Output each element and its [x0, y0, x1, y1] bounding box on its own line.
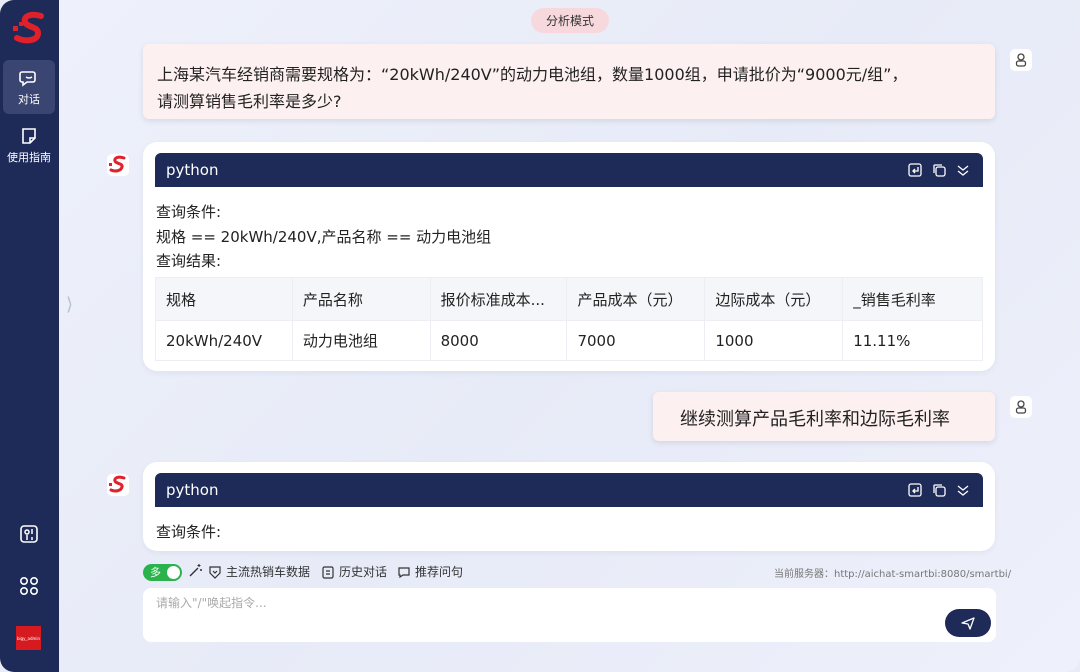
bot-avatar-icon [107, 154, 129, 176]
send-button[interactable] [945, 609, 991, 637]
magic-wand-icon[interactable] [188, 563, 203, 578]
recommended-questions-button[interactable]: 推荐问句 [397, 563, 463, 580]
table-cell: 20kWh/240V [155, 320, 293, 361]
query-condition-label: 查询条件: [156, 523, 222, 541]
table-row: 20kWh/240V 动力电池组 8000 7000 1000 11.11% [155, 320, 983, 361]
sidebar: 对话 使用指南 bigy_admin [0, 0, 59, 672]
history-button[interactable]: 历史对话 [321, 563, 387, 580]
bot-message: python 查询条件: [143, 462, 995, 551]
user-message-text: 继续测算产品毛利率和边际毛利率 [680, 409, 950, 430]
user-message: 继续测算产品毛利率和边际毛利率 [653, 392, 995, 441]
code-language-label: python [166, 481, 219, 499]
query-condition-label: 查询条件: [156, 203, 222, 221]
hot-car-data-button[interactable]: 主流热销车数据 [208, 563, 310, 580]
sidebar-item-label: 对话 [18, 92, 40, 106]
chat-input-box [143, 588, 996, 642]
toolbox-icon[interactable] [18, 523, 40, 545]
copy-icon[interactable] [931, 162, 947, 178]
column-header[interactable]: 产品成本（元） [566, 277, 706, 321]
table-cell: 1000 [704, 320, 844, 361]
message-icon [398, 566, 410, 578]
sidebar-item-guide[interactable]: 使用指南 [3, 118, 55, 172]
chevron-down-icon[interactable] [955, 162, 971, 178]
query-condition-value: 规格 == 20kWh/240V,产品名称 == 动力电池组 [156, 228, 492, 246]
chat-icon [19, 70, 36, 87]
table-cell: 8000 [429, 320, 568, 361]
insert-icon[interactable] [907, 162, 923, 178]
server-address: 当前服务器：http://aichat-smartbi:8080/smartbi… [774, 569, 1012, 580]
copy-icon[interactable] [931, 482, 947, 498]
column-header[interactable]: 报价标准成本... [429, 277, 568, 321]
apps-grid-icon[interactable] [18, 575, 40, 597]
table-cell: 动力电池组 [291, 320, 431, 361]
user-avatar-badge[interactable]: bigy_admin [16, 626, 41, 650]
user-message-text: 上海某汽车经销商需要规格为：“20kWh/240V”的动力电池组，数量1000组… [157, 65, 908, 84]
table-cell: 7000 [566, 320, 706, 361]
send-icon [961, 617, 975, 630]
clipboard-icon [322, 565, 334, 579]
insert-icon[interactable] [907, 482, 923, 498]
column-header[interactable]: _销售毛利率 [842, 277, 983, 321]
query-result-label: 查询结果: [156, 252, 222, 270]
expand-sidebar-chevron-icon[interactable]: ⟩ [66, 294, 73, 315]
code-language-label: python [166, 161, 219, 179]
bot-message: python 查询条件: 规格 == 20kWh/240V,产品名称 == 动力… [143, 142, 995, 371]
user-message-text: 请测算销售毛利率是多少? [157, 92, 342, 111]
chat-input[interactable] [156, 596, 916, 610]
result-table: 规格 产品名称 报价标准成本... 产品成本（元） 边际成本（元） _销售毛利率… [155, 277, 983, 361]
code-block-header: python [155, 153, 983, 187]
toggle-knob [167, 566, 180, 579]
user-avatar-icon [1010, 49, 1032, 71]
sidebar-item-label: 使用指南 [7, 150, 51, 164]
sidebar-item-chat[interactable]: 对话 [3, 60, 55, 114]
guide-icon [22, 127, 36, 144]
column-header[interactable]: 边际成本（元） [704, 277, 844, 321]
code-block-header: python [155, 473, 983, 507]
smartbi-logo[interactable] [11, 10, 49, 48]
mode-pill[interactable]: 分析模式 [531, 8, 609, 33]
shield-icon [209, 565, 221, 579]
user-message: 上海某汽车经销商需要规格为：“20kWh/240V”的动力电池组，数量1000组… [143, 44, 995, 119]
column-header[interactable]: 产品名称 [291, 277, 431, 321]
column-header[interactable]: 规格 [155, 277, 293, 321]
user-avatar-icon [1010, 396, 1032, 418]
table-header-row: 规格 产品名称 报价标准成本... 产品成本（元） 边际成本（元） _销售毛利率 [155, 277, 983, 321]
bot-avatar-icon [107, 474, 129, 496]
chevron-down-icon[interactable] [955, 482, 971, 498]
table-cell: 11.11% [842, 320, 983, 361]
multi-turn-toggle[interactable]: 多 [143, 564, 182, 581]
